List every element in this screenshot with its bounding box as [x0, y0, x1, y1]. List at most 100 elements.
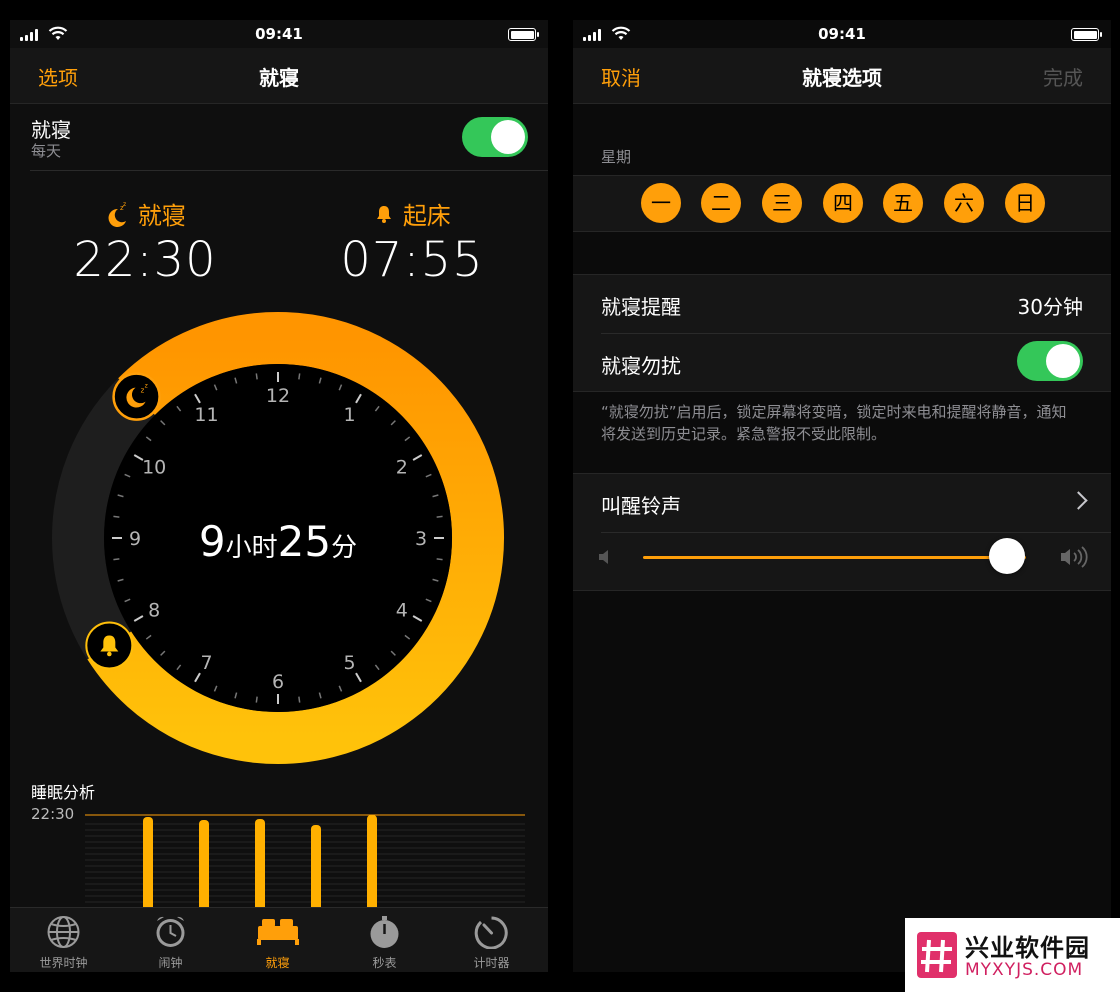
dial-tick: [298, 373, 301, 380]
day-sat[interactable]: 六: [944, 183, 984, 223]
done-button[interactable]: 完成: [1043, 62, 1083, 91]
dial-number: 6: [272, 671, 284, 693]
globe-icon: [47, 916, 80, 948]
battery-icon: [508, 28, 539, 41]
duration-hour-unit: 小时: [226, 533, 278, 563]
sleep-bar: [199, 820, 209, 910]
watermark-logo-icon: [917, 932, 957, 978]
svg-text:z: z: [123, 201, 126, 208]
time-summary: z z 就寝 22:30 起床 07:55: [10, 196, 548, 296]
day-fri[interactable]: 五: [883, 183, 923, 223]
dnd-footnote: “就寝勿扰”启用后，锁定屏幕将变暗，锁定时来电和提醒将静音，通知将发送到历史记录…: [601, 403, 1067, 443]
wake-sound-group: 叫醒铃声: [573, 473, 1111, 591]
dial-number: 12: [266, 385, 290, 407]
bedtime-options-screen: 09:41 取消 就寝选项 完成 星期 一 二 三 四 五 六 日 就寝提醒 3…: [573, 20, 1111, 972]
duration-hours: 9: [199, 517, 226, 566]
dial-number: 5: [343, 652, 355, 674]
wake-sound-label: 叫醒铃声: [601, 494, 681, 518]
status-bar: 09:41: [10, 20, 548, 48]
wake-value: 07:55: [340, 232, 484, 288]
dnd-toggle[interactable]: [1017, 341, 1083, 381]
dial-tick: [113, 558, 120, 561]
duration-minute-unit: 分: [331, 533, 357, 563]
tab-bedtime[interactable]: 就寝: [224, 908, 331, 972]
svg-text:z: z: [145, 383, 148, 390]
sleep-bar: [255, 819, 265, 910]
reminder-value: 30分钟: [1017, 295, 1083, 319]
weekday-section-label: 星期: [601, 148, 632, 166]
dial-number: 4: [396, 600, 408, 622]
tab-world-clock[interactable]: 世界时钟: [10, 908, 117, 972]
dial-number: 7: [200, 652, 212, 674]
bedtime-summary: z z 就寝 22:30: [35, 196, 255, 288]
dial-number: 1: [343, 404, 355, 426]
bedtime-row-subtitle: 每天: [31, 142, 62, 160]
divider: [30, 170, 548, 171]
wake-label: 起床: [402, 202, 451, 230]
page-title: 就寝: [259, 66, 299, 90]
dial-tick: [298, 696, 301, 703]
watermark: 兴业软件园 MYXYJS.COM: [905, 918, 1120, 992]
tab-label: 计时器: [473, 956, 510, 970]
sleep-bar: [367, 815, 377, 910]
bedtime-screen: 09:41 选项 就寝 就寝 每天 z z 就寝 22:30 起床 07:55 …: [10, 20, 548, 972]
stopwatch-icon: [370, 916, 399, 948]
dial-number: 8: [148, 600, 160, 622]
bedtime-handle[interactable]: z z: [112, 372, 161, 421]
bell-icon: [377, 205, 392, 223]
wake-sound-row[interactable]: 叫醒铃声: [573, 474, 1111, 532]
sleep-dial[interactable]: 121234567891011 z z 9小时25分: [50, 310, 510, 770]
day-mon[interactable]: 一: [641, 183, 681, 223]
sleep-bar: [143, 817, 153, 910]
status-time: 09:41: [255, 25, 303, 43]
tab-label: 世界时钟: [39, 956, 88, 970]
day-sun[interactable]: 日: [1005, 183, 1045, 223]
watermark-name: 兴业软件园: [965, 934, 1090, 962]
day-tue[interactable]: 二: [701, 183, 741, 223]
bedtime-value: 22:30: [73, 232, 217, 288]
timer-icon: [474, 916, 508, 949]
tab-label: 秒表: [372, 956, 397, 970]
volume-slider-knob[interactable]: [988, 538, 1025, 574]
sleep-reference-time: 22:30: [31, 805, 75, 823]
watermark-url: MYXYJS.COM: [965, 960, 1084, 980]
dial-tick: [255, 696, 258, 703]
bedtime-toggle[interactable]: [462, 117, 528, 157]
weekday-picker: 一 二 三 四 五 六 日: [573, 175, 1111, 232]
wake-handle[interactable]: [85, 621, 134, 670]
volume-slider-track[interactable]: [643, 556, 1026, 559]
duration-minutes: 25: [278, 517, 331, 566]
status-bar: 09:41: [573, 20, 1111, 48]
battery-icon: [1071, 28, 1102, 41]
bed-icon: [257, 919, 299, 945]
tab-label: 闹钟: [158, 956, 183, 970]
status-time: 09:41: [818, 25, 866, 43]
bedtime-reminder-row[interactable]: 就寝提醒 30分钟: [573, 275, 1111, 333]
tab-bar: 世界时钟 闹钟 就寝 秒表 计时器: [10, 907, 548, 972]
dial-tick: [255, 373, 258, 380]
nav-bar: 取消 就寝选项 完成: [573, 48, 1111, 104]
sleep-analysis-chart: [85, 814, 525, 910]
dnd-label: 就寝勿扰: [601, 354, 681, 378]
divider: [601, 532, 1111, 533]
volume-high-icon: [1061, 546, 1088, 568]
bedtime-row-label: 就寝: [31, 118, 71, 142]
tab-timer[interactable]: 计时器: [438, 908, 545, 972]
day-thu[interactable]: 四: [823, 183, 863, 223]
tab-alarm[interactable]: 闹钟: [117, 908, 224, 972]
dial-number: 9: [129, 528, 141, 550]
dial-number: 10: [142, 457, 166, 479]
day-wed[interactable]: 三: [762, 183, 802, 223]
nav-bar: 选项 就寝: [10, 48, 548, 104]
dial-number: 2: [396, 457, 408, 479]
dial-number: 3: [415, 528, 427, 550]
wake-summary: 起床 07:55: [302, 196, 522, 286]
alarm-clock-icon: [156, 916, 185, 947]
dial-tick: [436, 558, 443, 561]
bedtime-label: 就寝: [137, 202, 186, 230]
page-title: 就寝选项: [802, 66, 882, 90]
dial-number: 11: [194, 404, 218, 426]
tab-stopwatch[interactable]: 秒表: [331, 908, 438, 972]
moon-zzz-icon: z z: [108, 201, 126, 227]
tab-label: 就寝: [265, 956, 290, 970]
